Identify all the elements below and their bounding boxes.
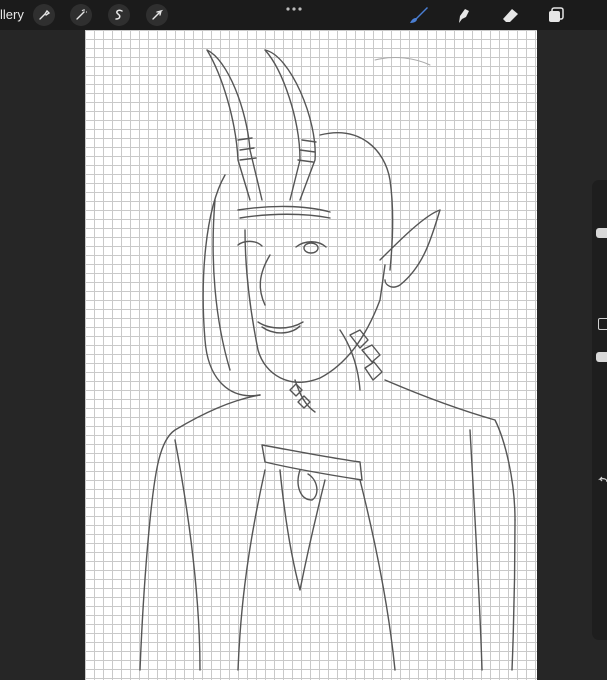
- drawing-canvas[interactable]: [85, 30, 537, 680]
- magic-wand-icon[interactable]: [70, 4, 92, 26]
- brush-opacity-slider[interactable]: [596, 352, 607, 362]
- horned-figure-sketch: [139, 49, 516, 671]
- brush-settings-sidebar: [592, 180, 607, 640]
- wrench-icon[interactable]: [33, 4, 55, 26]
- selection-icon[interactable]: [108, 4, 130, 26]
- modify-button-icon[interactable]: [598, 318, 607, 330]
- top-toolbar: llery: [0, 0, 607, 30]
- more-options-icon[interactable]: [285, 6, 303, 12]
- eraser-icon[interactable]: [499, 5, 521, 25]
- undo-icon[interactable]: [598, 476, 607, 484]
- brush-size-slider[interactable]: [596, 228, 607, 238]
- layers-icon[interactable]: [545, 5, 567, 25]
- gallery-button[interactable]: llery: [0, 7, 24, 22]
- transform-arrow-icon[interactable]: [146, 4, 168, 26]
- brush-icon[interactable]: [408, 5, 430, 25]
- smudge-icon[interactable]: [453, 5, 475, 25]
